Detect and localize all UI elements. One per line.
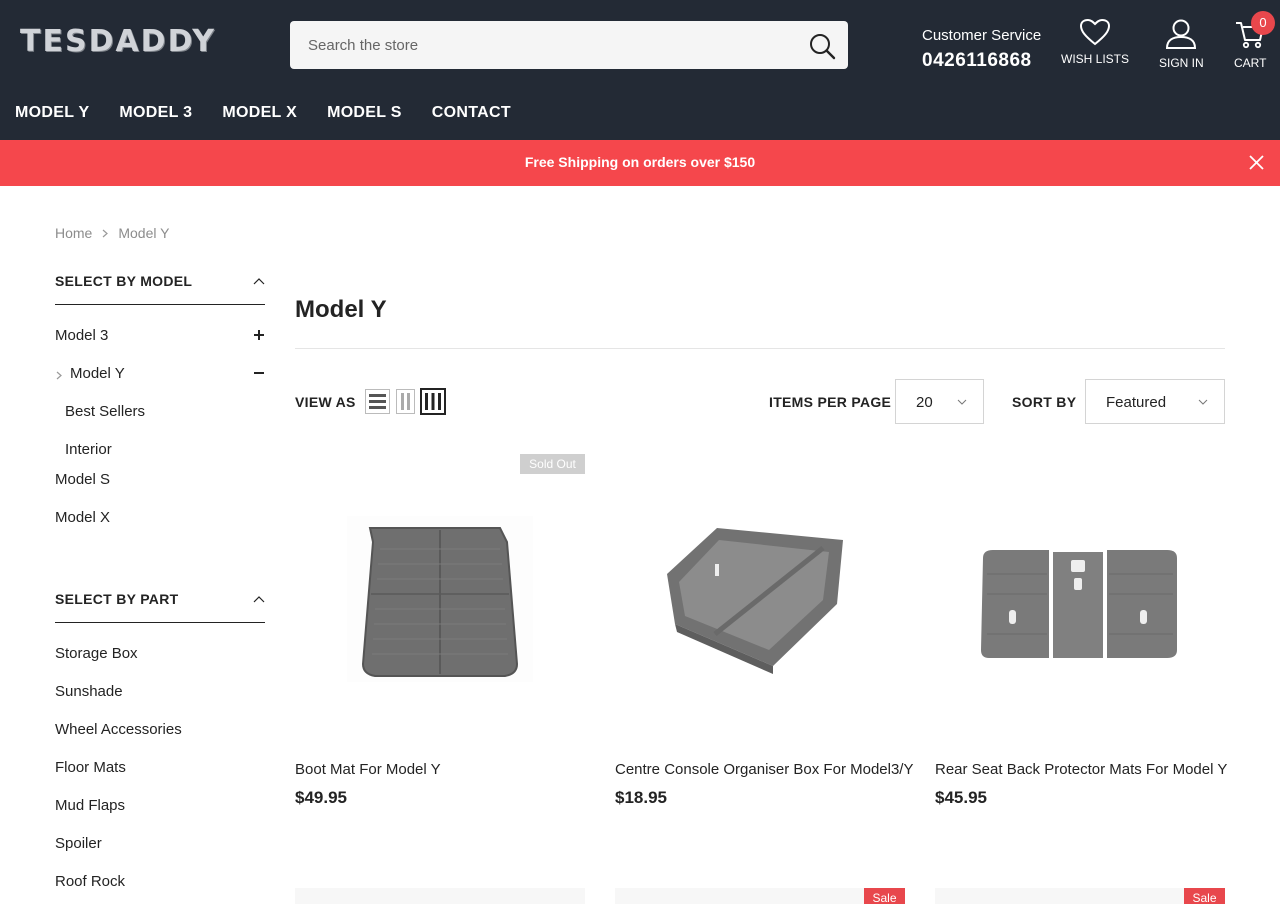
chevron-up-icon xyxy=(253,596,265,603)
select-by-part-label: SELECT BY PART xyxy=(55,591,179,607)
search-icon[interactable] xyxy=(808,32,836,60)
grid-3-icon xyxy=(425,393,441,410)
chevron-right-icon xyxy=(102,229,109,237)
sidebar-item-mud-flaps[interactable]: Mud Flaps xyxy=(55,797,125,814)
chevron-right-icon xyxy=(56,371,62,380)
promo-banner-text: Free Shipping on orders over $150 xyxy=(524,154,756,170)
sidebar-item-wheel-accessories[interactable]: Wheel Accessories xyxy=(55,721,182,738)
items-per-page-value: 20 xyxy=(916,394,933,411)
product-card-partial[interactable] xyxy=(935,888,1225,904)
main-nav: MODEL Y MODEL 3 MODEL X MODEL S CONTACT xyxy=(15,104,511,122)
sidebar-item-storage-box[interactable]: Storage Box xyxy=(55,645,138,662)
items-per-page-label: ITEMS PER PAGE xyxy=(769,394,892,410)
sidebar-item-best-sellers[interactable]: Best Sellers xyxy=(65,403,145,420)
breadcrumb-current: Model Y xyxy=(118,225,170,241)
product-card-partial[interactable] xyxy=(295,888,585,904)
nav-model-x[interactable]: MODEL X xyxy=(222,104,297,122)
divider xyxy=(295,348,1225,349)
sold-out-badge: Sold Out xyxy=(520,454,585,474)
wishlist-label: WISH LISTS xyxy=(1061,52,1130,66)
select-by-model-label: SELECT BY MODEL xyxy=(55,273,193,289)
sale-badge: Sale xyxy=(1184,888,1225,904)
chevron-down-icon xyxy=(957,399,967,405)
list-view-icon xyxy=(369,394,386,409)
wishlist-link[interactable]: WISH LISTS xyxy=(1061,18,1129,66)
sidebar-item-model-s[interactable]: Model S xyxy=(55,471,110,488)
sale-badge: Sale xyxy=(864,888,905,904)
sidebar-item-roof-rock[interactable]: Roof Rock xyxy=(55,873,125,890)
cart-count-badge: 0 xyxy=(1251,11,1275,35)
signin-link[interactable]: SIGN IN xyxy=(1159,18,1204,70)
signin-label: SIGN IN xyxy=(1159,56,1204,70)
grid-3-view-button[interactable] xyxy=(420,388,446,415)
chevron-down-icon xyxy=(1198,399,1208,405)
plus-icon[interactable] xyxy=(253,329,265,341)
product-card-partial[interactable] xyxy=(615,888,905,904)
minus-icon[interactable] xyxy=(253,367,265,379)
customer-service-label: Customer Service xyxy=(922,27,1042,44)
sidebar-item-sunshade[interactable]: Sunshade xyxy=(55,683,123,700)
search-input[interactable] xyxy=(290,21,790,69)
breadcrumb: Home Model Y xyxy=(55,225,169,241)
site-header: TESDADDY Customer Service 0426116868 WIS… xyxy=(0,0,1280,140)
sidebar-item-model-x[interactable]: Model X xyxy=(55,509,110,526)
chevron-up-icon xyxy=(253,278,265,285)
sort-by-value: Featured xyxy=(1106,394,1167,411)
cart-label: CART xyxy=(1234,56,1267,70)
nav-model-y[interactable]: MODEL Y xyxy=(15,104,89,122)
page-title: Model Y xyxy=(295,296,387,323)
customer-service: Customer Service 0426116868 xyxy=(922,27,1041,72)
nav-model-3[interactable]: MODEL 3 xyxy=(119,104,192,122)
sidebar-part-section: SELECT BY PART xyxy=(55,588,265,623)
grid-2-view-button[interactable] xyxy=(396,389,415,414)
grid-2-icon xyxy=(401,393,410,410)
sort-by-select[interactable]: Featured xyxy=(1085,379,1225,424)
phone-number[interactable]: 0426116868 xyxy=(922,50,1041,72)
user-icon xyxy=(1166,19,1197,49)
sidebar-item-interior[interactable]: Interior xyxy=(65,441,112,458)
nav-model-s[interactable]: MODEL S xyxy=(327,104,402,122)
product-image-console-box[interactable] xyxy=(615,454,905,744)
product-price: $18.95 xyxy=(615,788,667,807)
product-price: $45.95 xyxy=(935,788,987,807)
product-price: $49.95 xyxy=(295,788,347,807)
items-per-page-select[interactable]: 20 xyxy=(895,379,984,424)
promo-banner: Free Shipping on orders over $150 xyxy=(0,140,1280,186)
product-image-boot-mat[interactable] xyxy=(295,454,585,744)
view-as-label: VIEW AS xyxy=(295,394,356,410)
select-by-model-heading[interactable]: SELECT BY MODEL xyxy=(55,270,265,305)
product-name[interactable]: Rear Seat Back Protector Mats For Model … xyxy=(935,761,1227,778)
nav-contact[interactable]: CONTACT xyxy=(432,104,511,122)
sidebar-item-model-y[interactable]: Model Y xyxy=(70,365,125,382)
close-icon[interactable] xyxy=(1248,154,1265,171)
product-name[interactable]: Centre Console Organiser Box For Model3/… xyxy=(615,761,913,778)
product-name[interactable]: Boot Mat For Model Y xyxy=(295,761,441,778)
heart-icon xyxy=(1079,18,1111,46)
search-bar xyxy=(290,21,848,69)
sidebar-item-model-3[interactable]: Model 3 xyxy=(55,327,108,344)
select-by-part-heading[interactable]: SELECT BY PART xyxy=(55,588,265,623)
sidebar: SELECT BY MODEL xyxy=(55,270,265,305)
list-view-button[interactable] xyxy=(365,389,390,414)
product-image-seat-back-mats[interactable] xyxy=(935,454,1225,744)
sidebar-item-floor-mats[interactable]: Floor Mats xyxy=(55,759,126,776)
sidebar-item-spoiler[interactable]: Spoiler xyxy=(55,835,102,852)
breadcrumb-home[interactable]: Home xyxy=(55,225,92,241)
sort-by-label: SORT BY xyxy=(1012,394,1077,410)
store-logo[interactable]: TESDADDY xyxy=(20,24,216,59)
